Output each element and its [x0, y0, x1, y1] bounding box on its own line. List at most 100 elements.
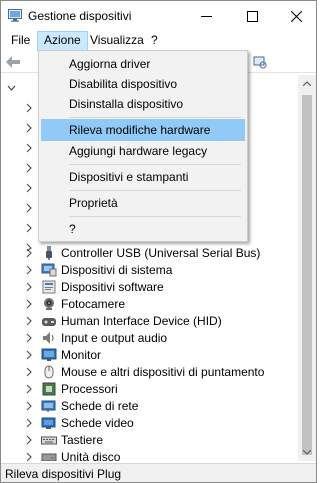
scroll-up-button[interactable] — [298, 75, 316, 92]
scroll-up-icon — [303, 81, 311, 86]
menu-item-add-legacy-hardware[interactable]: Aggiungi hardware legacy — [41, 140, 245, 162]
tree-item-keyboards[interactable]: Tastiere — [1, 432, 298, 448]
tree-item-label: Mouse e altri dispositivi di puntamento — [61, 365, 265, 379]
title-bar[interactable]: Gestione dispositivi — [1, 1, 316, 31]
hidden-expander-column — [26, 103, 32, 251]
hid-icon — [42, 318, 56, 326]
expand-chevron-icon[interactable] — [25, 350, 33, 360]
camera-icon — [44, 298, 54, 310]
menu-item-label: Rileva modifiche hardware — [69, 123, 211, 137]
expand-chevron-icon[interactable] — [25, 452, 33, 461]
tree-item-system-devices[interactable]: Dispositivi di sistema — [1, 262, 298, 278]
disk-drive-icon — [41, 453, 57, 461]
system-device-icon — [41, 263, 57, 277]
status-text: Rileva dispositivi Plug — [5, 467, 122, 481]
expand-chevron-icon[interactable] — [25, 248, 33, 258]
close-button[interactable] — [274, 1, 316, 31]
maximize-icon — [246, 10, 258, 22]
tree-item-audio[interactable]: Input e output audio — [1, 330, 298, 346]
speaker-icon — [43, 332, 54, 344]
expand-chevron-icon[interactable] — [25, 299, 33, 309]
menu-item-label: Aggiorna driver — [69, 57, 151, 71]
menu-separator — [69, 190, 241, 191]
expand-chevron-icon[interactable] — [25, 435, 33, 445]
scroll-down-icon — [303, 450, 311, 455]
menu-item-help[interactable]: ? — [41, 218, 245, 240]
processor-icon — [42, 382, 56, 396]
tree-item-network-adapters[interactable]: Schede di rete — [1, 398, 298, 414]
menu-bar: File Azione Visualizza ? — [1, 31, 316, 51]
menu-item-label: Proprietà — [69, 196, 118, 210]
software-device-icon — [42, 280, 56, 294]
scan-hardware-icon[interactable] — [253, 55, 267, 69]
close-icon — [290, 10, 302, 22]
tree-item-hid[interactable]: Human Interface Device (HID) — [1, 313, 298, 329]
tree-item-label: Monitor — [61, 348, 102, 362]
menu-azione[interactable]: Azione — [37, 31, 88, 51]
expand-chevron-icon[interactable] — [25, 265, 33, 275]
tree-item-cameras[interactable]: Fotocamere — [1, 296, 298, 312]
menu-file[interactable]: File — [5, 31, 36, 51]
tree-item-software-devices[interactable]: Dispositivi software — [1, 279, 298, 295]
menu-item-devices-and-printers[interactable]: Dispositivi e stampanti — [41, 166, 245, 188]
tree-item-label: Input e output audio — [61, 331, 168, 345]
expand-chevron-icon[interactable] — [25, 384, 33, 394]
tree-item-label: Controller USB (Universal Serial Bus) — [61, 246, 261, 260]
menu-visualizza[interactable]: Visualizza — [84, 31, 150, 51]
window-title: Gestione dispositivi — [28, 9, 132, 23]
back-arrow-icon[interactable] — [6, 56, 20, 68]
tree-item-mouse[interactable]: Mouse e altri dispositivi di puntamento — [1, 364, 298, 380]
display-adapter-icon — [41, 417, 56, 429]
expand-chevron-icon[interactable] — [25, 316, 33, 326]
expand-chevron-icon[interactable] — [25, 418, 33, 428]
menu-item-uninstall-device[interactable]: Disinstalla dispositivo — [41, 93, 245, 115]
minimize-button[interactable] — [184, 1, 228, 31]
menu-item-label: Disinstalla dispositivo — [69, 97, 184, 111]
tree-item-label: Dispositivi software — [61, 280, 164, 294]
menu-help[interactable]: ? — [145, 31, 164, 51]
device-manager-window: Gestione dispositivi File Azione Visuali… — [0, 0, 317, 483]
network-adapter-icon — [41, 400, 56, 412]
menu-separator — [69, 117, 241, 118]
tree-item-disk-drives[interactable]: Unità disco — [1, 449, 298, 461]
menu-item-update-driver[interactable]: Aggiorna driver — [41, 53, 245, 75]
menu-item-label: Dispositivi e stampanti — [69, 170, 189, 184]
keyboard-icon — [41, 436, 57, 445]
tree-item-processors[interactable]: Processori — [1, 381, 298, 397]
tree-item-usb[interactable]: Controller USB (Universal Serial Bus) — [1, 245, 298, 261]
usb-icon — [46, 246, 52, 260]
scroll-down-button[interactable] — [298, 444, 316, 461]
expand-chevron-icon[interactable] — [25, 282, 33, 292]
menu-item-label: Disabilita dispositivo — [69, 77, 178, 91]
monitor-icon — [41, 348, 57, 361]
tree-item-display-adapters[interactable]: Schede video — [1, 415, 298, 431]
expand-chevron-icon[interactable] — [25, 367, 33, 377]
expand-chevron-icon[interactable] — [25, 333, 33, 343]
collapse-chevron-icon[interactable] — [7, 84, 16, 92]
menu-item-label: ? — [69, 222, 76, 236]
menu-separator — [69, 216, 241, 217]
tree-item-label: Processori — [61, 382, 118, 396]
vertical-scrollbar[interactable] — [298, 75, 316, 461]
maximize-button[interactable] — [230, 1, 274, 31]
minimize-icon — [200, 15, 212, 17]
tree-item-label: Dispositivi di sistema — [61, 263, 173, 277]
tree-item-label: Unità disco — [61, 450, 121, 461]
menu-separator — [69, 164, 241, 165]
menu-item-properties[interactable]: Proprietà — [41, 192, 245, 214]
tree-item-label: Schede di rete — [61, 399, 139, 413]
tree-item-label: Fotocamere — [61, 297, 126, 311]
tree-item-monitor[interactable]: Monitor — [1, 347, 298, 363]
menu-item-scan-hardware-changes[interactable]: Rileva modifiche hardware — [41, 119, 245, 141]
tree-item-label: Human Interface Device (HID) — [61, 314, 222, 328]
tree-item-label: Tastiere — [61, 433, 104, 447]
status-bar: Rileva dispositivi Plug — [1, 463, 316, 482]
mouse-icon — [44, 365, 54, 379]
expand-chevron-icon[interactable] — [25, 401, 33, 411]
scrollbar-thumb[interactable] — [302, 95, 312, 455]
action-menu-dropdown: Aggiorna driver Disabilita dispositivo D… — [38, 50, 248, 242]
menu-item-disable-device[interactable]: Disabilita dispositivo — [41, 73, 245, 95]
tree-item-label: Schede video — [61, 416, 134, 430]
device-manager-icon — [8, 9, 22, 22]
menu-item-label: Aggiungi hardware legacy — [69, 144, 208, 158]
